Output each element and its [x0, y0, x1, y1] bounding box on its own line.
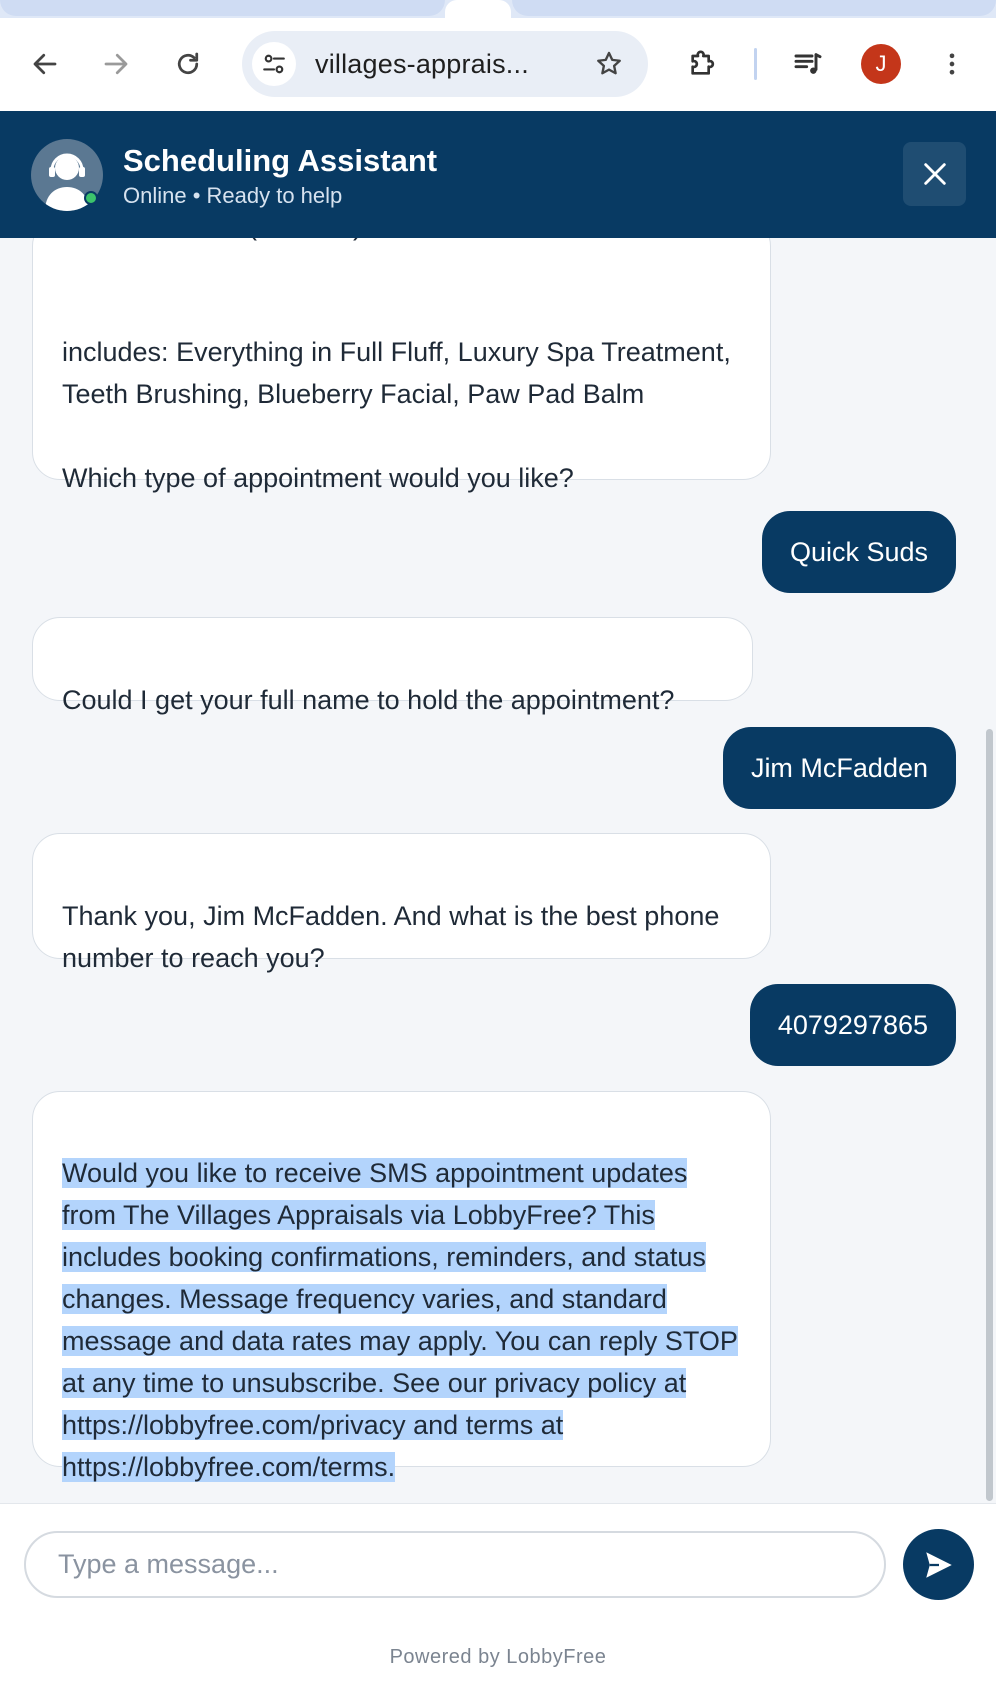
tab-active[interactable]	[445, 0, 511, 18]
extensions-puzzle-icon	[691, 50, 715, 75]
chat-status: Online • Ready to help	[123, 183, 343, 208]
browser-toolbar: villages-apprais... J	[0, 18, 996, 111]
bot-message-text: Thank you, Jim McFadden. And what is the…	[62, 901, 720, 973]
profile-avatar[interactable]: J	[861, 44, 901, 84]
tab-inactive-right[interactable]	[512, 0, 996, 16]
tab-inactive-left[interactable]	[0, 0, 445, 16]
send-icon	[925, 1551, 952, 1578]
back-arrow-icon	[33, 53, 57, 75]
toolbar-divider	[754, 48, 757, 80]
bookmark-button[interactable]	[590, 45, 628, 83]
media-playlist-icon	[794, 53, 822, 74]
user-message: Quick Suds	[761, 511, 956, 593]
bot-message: Would you like to receive SMS appointmen…	[32, 1091, 771, 1482]
site-info-button[interactable]	[252, 42, 296, 86]
powered-by-label: Powered by LobbyFree	[389, 1646, 607, 1668]
url-text[interactable]: villages-apprais...	[315, 49, 529, 80]
reload-icon	[177, 52, 199, 75]
user-message-text: Quick Suds	[789, 537, 928, 567]
user-message-text: 4079297865	[777, 1010, 928, 1040]
close-icon	[923, 163, 946, 185]
bot-message-text: Could I get your full name to hold the a…	[62, 685, 675, 715]
bot-message-text: includes: Everything in Full Fluff, Luxu…	[62, 337, 731, 493]
forward-button[interactable]	[96, 44, 136, 84]
user-message: 4079297865	[749, 984, 956, 1066]
chat-title: Scheduling Assistant	[123, 143, 438, 178]
user-message: Jim McFadden	[722, 727, 956, 809]
message-list[interactable]: • The Works (180 min) — This three-hour …	[0, 238, 996, 1503]
close-chat-button[interactable]	[903, 142, 966, 206]
media-controls-button[interactable]	[788, 44, 828, 84]
bot-message-clipped-line: • The Works (180 min) — This three-hour …	[94, 238, 686, 247]
message-input[interactable]	[24, 1531, 886, 1598]
back-button[interactable]	[25, 44, 65, 84]
bot-message: • The Works (180 min) — This three-hour …	[32, 238, 771, 493]
forward-arrow-icon	[104, 53, 128, 75]
browser-menu-button[interactable]	[932, 44, 972, 84]
tab-strip	[0, 0, 996, 18]
address-bar[interactable]: villages-apprais...	[242, 31, 648, 97]
kebab-menu-icon	[949, 53, 955, 75]
online-status-dot	[84, 191, 98, 205]
bot-message: Could I get your full name to hold the a…	[32, 617, 753, 715]
send-button[interactable]	[903, 1529, 974, 1600]
message-list-scrollbar[interactable]	[986, 729, 993, 1501]
bot-message-text-selected[interactable]: Would you like to receive SMS appointmen…	[62, 1158, 738, 1482]
message-composer	[0, 1503, 996, 1626]
bookmark-star-icon	[597, 51, 621, 75]
reload-button[interactable]	[168, 44, 208, 84]
chat-header: Scheduling Assistant Online • Ready to h…	[0, 111, 996, 238]
chat-footer: Powered by LobbyFree	[0, 1626, 996, 1681]
user-message-text: Jim McFadden	[750, 753, 928, 783]
site-info-icon	[263, 54, 285, 74]
extensions-button[interactable]	[682, 44, 722, 84]
bot-message: Thank you, Jim McFadden. And what is the…	[32, 833, 771, 973]
